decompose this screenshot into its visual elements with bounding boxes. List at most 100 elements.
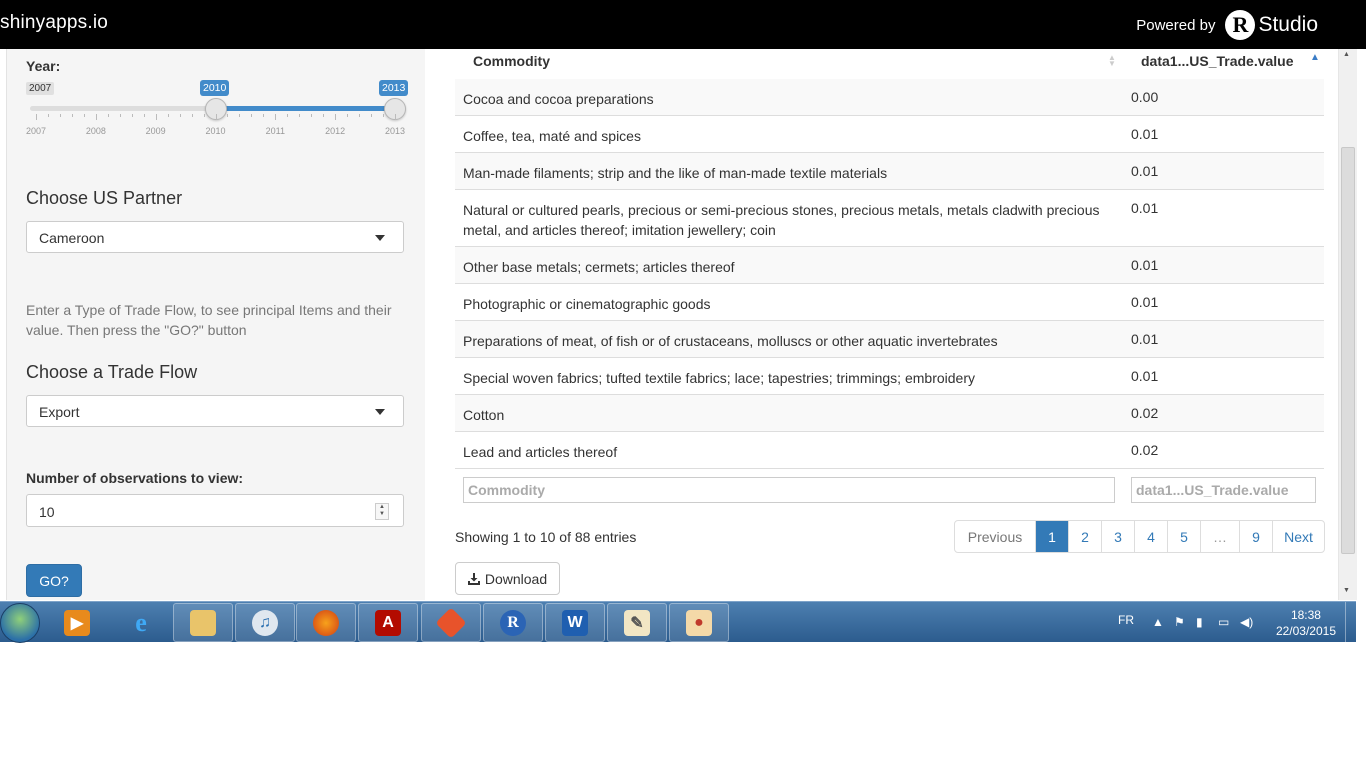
slider-minor-tick bbox=[59, 114, 61, 117]
taskbar-r[interactable]: R bbox=[483, 603, 543, 642]
taskbar-itunes[interactable]: ♫ bbox=[235, 603, 295, 642]
table-row[interactable]: Natural or cultured pearls, precious or … bbox=[455, 190, 1324, 247]
commodity-column-header[interactable]: Commodity bbox=[473, 53, 550, 69]
pagination-previous[interactable]: Previous bbox=[955, 521, 1035, 552]
slider-minor-tick bbox=[227, 114, 229, 117]
commodity-cell: Cocoa and cocoa preparations bbox=[463, 91, 654, 107]
value-filter-input[interactable]: data1...US_Trade.value bbox=[1131, 477, 1316, 503]
taskbar-paint[interactable]: ● bbox=[669, 603, 729, 642]
obs-number-input[interactable]: 10 ▲ ▼ bbox=[26, 494, 404, 527]
slider-minor-tick bbox=[107, 114, 109, 117]
download-icon bbox=[467, 572, 480, 585]
slider-tick-label: 2007 bbox=[25, 126, 47, 136]
powered-by[interactable]: Powered by R Studio bbox=[1136, 10, 1318, 40]
slider-tick bbox=[395, 114, 396, 120]
taskbar-internet-explorer[interactable]: e bbox=[110, 603, 172, 642]
slider-minor-tick bbox=[383, 114, 385, 117]
slider-tick bbox=[155, 114, 157, 120]
partner-select[interactable]: Cameroon bbox=[26, 221, 404, 253]
value-column-header[interactable]: data1...US_Trade.value bbox=[1141, 53, 1294, 69]
pagination-page-3[interactable]: 3 bbox=[1101, 521, 1134, 552]
palette-icon: ● bbox=[686, 609, 712, 636]
power-icon[interactable]: ▮ bbox=[1196, 615, 1203, 629]
flow-select[interactable]: Export bbox=[26, 395, 404, 427]
pagination-page-1[interactable]: 1 bbox=[1035, 521, 1068, 552]
taskbar-word[interactable]: W bbox=[545, 603, 605, 642]
slider-minor-tick bbox=[47, 114, 49, 117]
taskbar-clock[interactable]: 18:38 22/03/2015 bbox=[1276, 607, 1336, 639]
taskbar-file-explorer[interactable] bbox=[173, 603, 233, 642]
start-button[interactable] bbox=[0, 603, 40, 643]
taskbar-rstudio-editor[interactable]: ✎ bbox=[607, 603, 667, 642]
pagination-next[interactable]: Next bbox=[1272, 521, 1324, 552]
table-row[interactable]: Cocoa and cocoa preparations 0.00 bbox=[455, 79, 1324, 116]
system-tray: FR ▲ ⚑ ▮ ▭ ◀) 18:38 22/03/2015 bbox=[1096, 602, 1356, 642]
slider-tick bbox=[215, 114, 217, 120]
table-row[interactable]: Lead and articles thereof 0.02 bbox=[455, 432, 1324, 469]
show-hidden-icons-icon[interactable]: ▲ bbox=[1152, 615, 1164, 629]
firefox-icon bbox=[313, 609, 339, 636]
sidebar-panel: Year: 2007 2013 2010 2013 2007 2008 2009 20… bbox=[6, 49, 426, 600]
main-panel: Commodity ▲ ▼ data1...US_Trade.value ▲ Co… bbox=[425, 49, 1338, 600]
table-header: Commodity ▲ ▼ data1...US_Trade.value ▲ bbox=[455, 49, 1324, 81]
commodity-cell: Other base metals; cermets; articles the… bbox=[463, 259, 735, 275]
scroll-down-icon[interactable]: ▼ bbox=[1343, 587, 1350, 594]
commodity-cell: Natural or cultured pearls, precious or … bbox=[463, 202, 1100, 238]
pagination-page-2[interactable]: 2 bbox=[1068, 521, 1101, 552]
value-cell: 0.01 bbox=[1131, 368, 1159, 384]
brand-title[interactable]: shinyapps.io bbox=[0, 12, 108, 34]
download-button[interactable]: Download bbox=[455, 562, 560, 595]
table-row[interactable]: Cotton 0.02 bbox=[455, 395, 1324, 432]
slider-minor-tick bbox=[287, 114, 289, 117]
slider-tick-label: 2009 bbox=[145, 126, 166, 136]
number-spinner-icon[interactable]: ▲ ▼ bbox=[375, 503, 389, 520]
slider-min-label: 2007 bbox=[26, 82, 55, 95]
sort-ascending-icon[interactable]: ▲ bbox=[1310, 52, 1320, 63]
git-icon bbox=[435, 606, 467, 639]
pagination-page-9[interactable]: 9 bbox=[1239, 521, 1272, 552]
slider-minor-tick bbox=[299, 114, 301, 117]
volume-icon[interactable]: ◀) bbox=[1240, 615, 1253, 629]
table-row[interactable]: Preparations of meat, of fish or of crus… bbox=[455, 321, 1324, 358]
slider-minor-tick bbox=[143, 114, 145, 117]
table-row[interactable]: Man-made filaments; strip and the like o… bbox=[455, 153, 1324, 190]
download-label: Download bbox=[484, 570, 548, 587]
commodity-filter-input[interactable]: Commodity bbox=[463, 477, 1115, 503]
commodity-cell: Cotton bbox=[463, 407, 505, 423]
commodity-cell: Preparations of meat, of fish or of crus… bbox=[463, 333, 998, 349]
table-row[interactable]: Photographic or cinematographic goods 0.0… bbox=[455, 284, 1324, 321]
r-icon: R bbox=[500, 609, 526, 636]
pagination-page-5[interactable]: 5 bbox=[1167, 521, 1200, 552]
slider-minor-tick bbox=[323, 114, 325, 117]
flow-select-value: Export bbox=[39, 404, 80, 420]
value-cell: 0.01 bbox=[1131, 200, 1159, 216]
commodity-cell: Man-made filaments; strip and the like o… bbox=[463, 165, 888, 181]
slider-minor-tick bbox=[311, 114, 313, 117]
go-button[interactable]: GO? bbox=[26, 564, 82, 597]
taskbar-firefox[interactable] bbox=[296, 603, 356, 642]
taskbar-git[interactable] bbox=[421, 603, 481, 642]
clock-time: 18:38 bbox=[1290, 608, 1321, 622]
slider-tick-label: 2012 bbox=[325, 126, 346, 136]
slider-minor-tick bbox=[191, 114, 193, 117]
sort-both-icon[interactable]: ▲ ▼ bbox=[1108, 54, 1116, 68]
action-center-flag-icon[interactable]: ⚑ bbox=[1174, 615, 1185, 629]
table-row[interactable]: Other base metals; cermets; articles the… bbox=[455, 247, 1324, 284]
value-cell: 0.01 bbox=[1131, 163, 1159, 179]
show-desktop-button[interactable] bbox=[1345, 602, 1356, 642]
pagination-page-4[interactable]: 4 bbox=[1134, 521, 1167, 552]
media-player-icon: ▶ bbox=[64, 609, 90, 636]
scroll-up-icon[interactable]: ▲ bbox=[1343, 51, 1350, 58]
table-row[interactable]: Special woven fabrics; tufted textile fa… bbox=[455, 358, 1324, 395]
partner-select-value: Cameroon bbox=[39, 230, 105, 246]
table-row[interactable]: Coffee, tea, maté and spices 0.01 bbox=[455, 116, 1324, 153]
slider-tick-label: 2013 bbox=[384, 126, 406, 136]
taskbar-media-player[interactable]: ▶ bbox=[48, 603, 106, 642]
taskbar-acrobat[interactable]: A bbox=[358, 603, 418, 642]
slider-to-label: 2013 bbox=[379, 80, 409, 96]
language-indicator[interactable]: FR bbox=[1118, 613, 1134, 627]
obs-label: Number of observations to view: bbox=[26, 470, 244, 486]
network-icon[interactable]: ▭ bbox=[1218, 615, 1229, 629]
scrollbar-thumb[interactable] bbox=[1341, 147, 1355, 554]
page-scrollbar[interactable]: ▲ ▼ bbox=[1338, 49, 1357, 600]
